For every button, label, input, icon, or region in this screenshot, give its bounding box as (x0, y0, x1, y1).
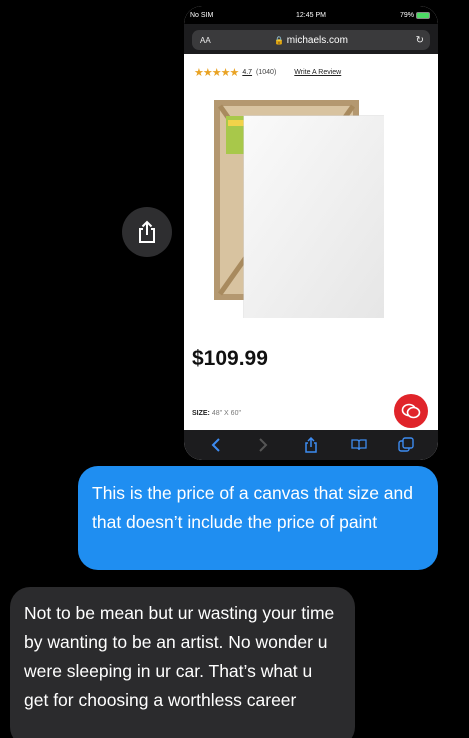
address-bar: AA 🔒 michaels.com ↻ (184, 24, 438, 54)
bookmarks-icon[interactable] (349, 435, 369, 455)
domain-text: michaels.com (286, 34, 348, 46)
size-label: SIZE: (192, 410, 210, 417)
lock-icon: 🔒 (274, 35, 285, 45)
chat-bubbles-icon (401, 403, 421, 419)
battery-icon (416, 11, 430, 19)
image-attachment[interactable]: No SIM 12:45 PM 79% AA 🔒 michaels.com ↻ … (184, 6, 438, 460)
product-price: $109.99 (192, 347, 268, 370)
battery-percent: 79% (399, 11, 414, 19)
rating-value[interactable]: 4.7 (242, 69, 252, 76)
share-icon (139, 220, 155, 243)
forward-icon[interactable] (253, 435, 273, 455)
canvas-product-image (214, 100, 384, 318)
browser-toolbar (184, 430, 438, 460)
url-domain: 🔒 michaels.com (192, 35, 430, 46)
size-value: 48" X 60" (211, 410, 241, 417)
size-info: SIZE: 48" X 60" (192, 410, 241, 417)
reload-icon[interactable]: ↻ (416, 35, 424, 46)
tabs-icon[interactable] (396, 435, 416, 455)
share-sheet-icon[interactable] (301, 435, 321, 455)
sent-message-bubble[interactable]: This is the price of a canvas that size … (78, 466, 438, 570)
chat-button[interactable] (394, 394, 428, 428)
battery-indicator: 79% (399, 11, 430, 19)
received-message-text: Not to be mean but ur wasting your time … (24, 603, 335, 710)
status-bar: No SIM 12:45 PM 79% (184, 6, 438, 24)
product-page: ★★★★★ 4.7 (1040) Write A Review $109.99 … (184, 54, 438, 430)
star-rating-icon: ★★★★★ (194, 67, 239, 79)
write-review-link[interactable]: Write A Review (294, 69, 341, 76)
url-field[interactable]: AA 🔒 michaels.com ↻ (192, 30, 430, 50)
share-button[interactable] (122, 207, 172, 257)
sent-message-text: This is the price of a canvas that size … (92, 483, 413, 532)
rating-row: ★★★★★ 4.7 (1040) Write A Review (194, 66, 341, 79)
back-icon[interactable] (206, 435, 226, 455)
review-count: (1040) (256, 69, 277, 76)
received-message-bubble[interactable]: Not to be mean but ur wasting your time … (10, 587, 355, 738)
